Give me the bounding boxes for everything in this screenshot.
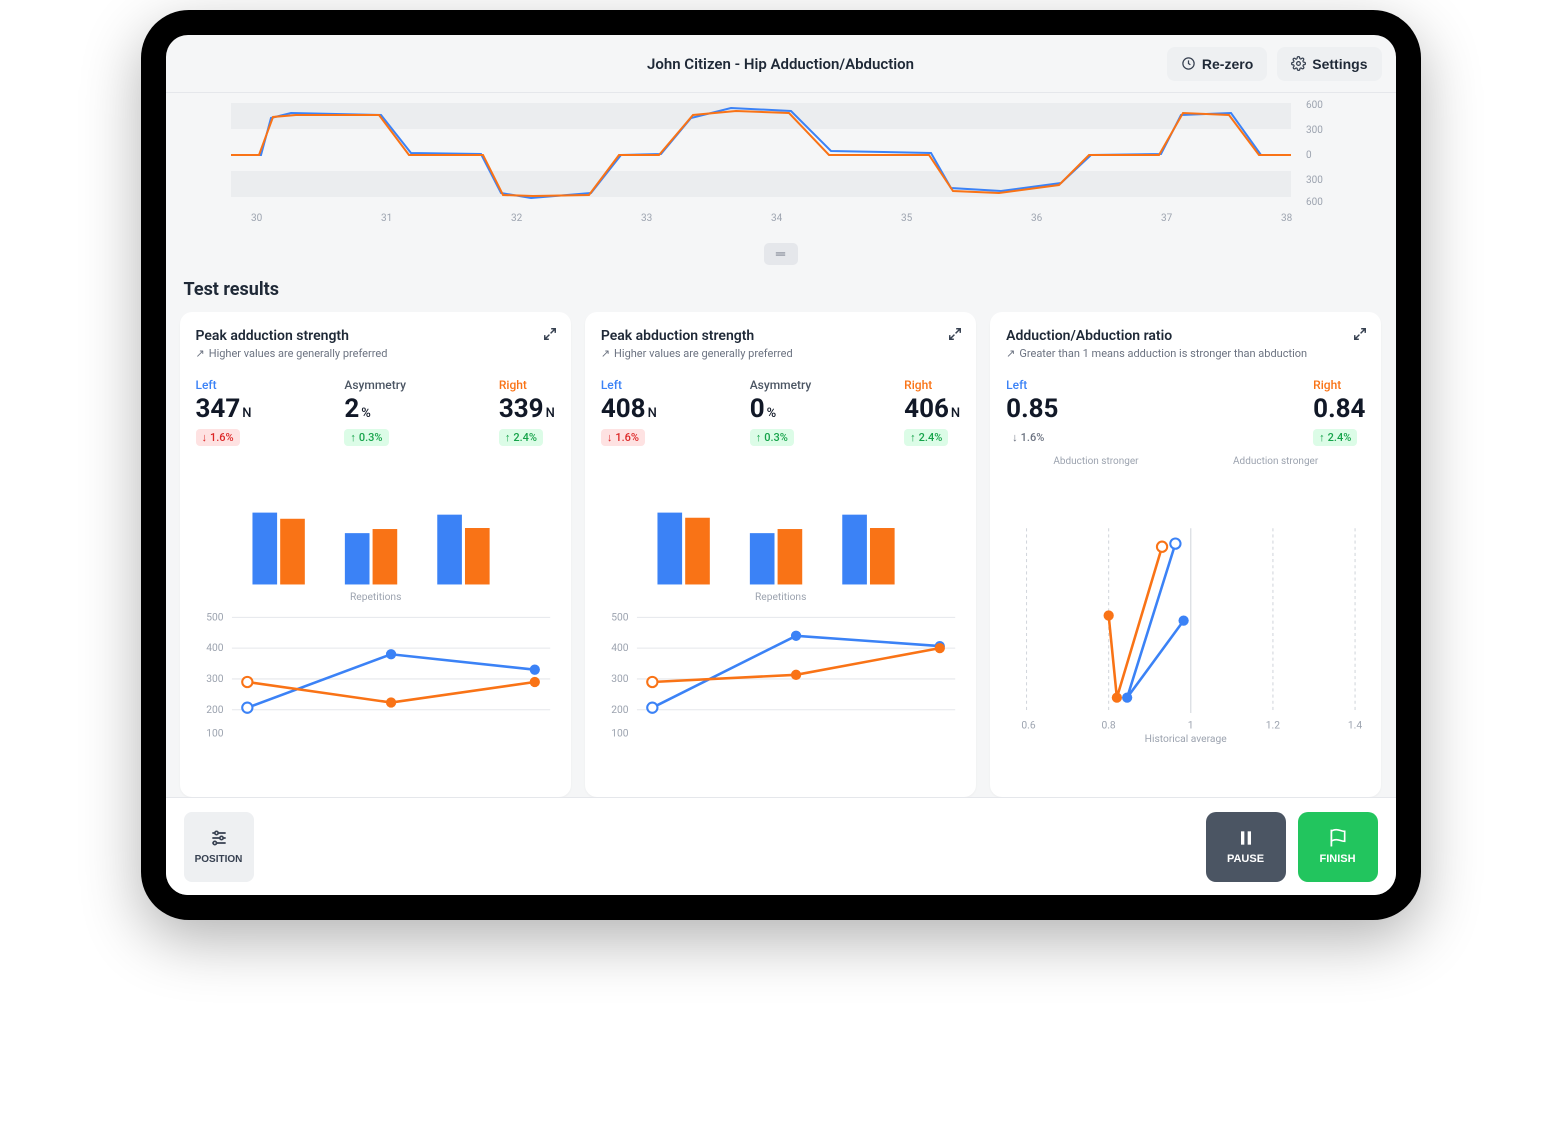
svg-text:36: 36 [1031, 213, 1043, 223]
svg-text:100: 100 [206, 727, 224, 740]
svg-text:35: 35 [901, 213, 913, 223]
metric-left: Left 0.85 ↓ 1.6% [1006, 378, 1058, 446]
svg-text:400: 400 [611, 641, 629, 654]
trend-badge: ↑ 0.3% [750, 429, 794, 446]
svg-text:200: 200 [611, 703, 629, 716]
svg-text:31: 31 [381, 213, 392, 223]
card-title: Adduction/Abduction ratio [1006, 328, 1365, 344]
flag-icon [1328, 828, 1348, 848]
live-chart-svg: 600 300 0 300 600 30 31 32 33 34 35 36 3… [180, 93, 1382, 223]
trend-badge: ↓ 1.6% [601, 429, 645, 446]
expand-icon [543, 327, 557, 341]
svg-text:1.4: 1.4 [1348, 719, 1362, 732]
metric-right: Right 0.84 ↑ 2.4% [1313, 378, 1365, 446]
trend-badge: ↓ 1.6% [1006, 429, 1050, 446]
metric-asymmetry: Asymmetry 0% ↑ 0.3% [750, 378, 812, 446]
card-subtitle: ↗ Greater than 1 means adduction is stro… [1006, 347, 1365, 360]
svg-text:0.6: 0.6 [1022, 719, 1036, 732]
trend-badge: ↑ 2.4% [904, 429, 948, 446]
svg-text:0.8: 0.8 [1102, 719, 1116, 732]
card-title: Peak adduction strength [196, 328, 555, 344]
svg-text:34: 34 [771, 213, 783, 223]
trend-badge: ↓ 1.6% [196, 429, 240, 446]
cards-row: Peak adduction strength ↗ Higher values … [166, 312, 1396, 797]
card-title: Peak abduction strength [601, 328, 960, 344]
svg-text:500: 500 [611, 611, 629, 624]
ratio-chart: 0.6 0.8 1 1.2 1.4 Historical average [1006, 481, 1365, 781]
expand-button[interactable] [543, 326, 557, 345]
svg-text:Repetitions: Repetitions [349, 590, 400, 603]
trend-badge: ↑ 0.3% [344, 429, 388, 446]
svg-text:500: 500 [206, 611, 224, 624]
finish-button[interactable]: FINISH [1298, 812, 1378, 882]
ratio-region-labels: Abduction stronger Adduction stronger [1006, 456, 1365, 467]
trend-icon: ↗ [601, 347, 610, 360]
svg-text:30: 30 [251, 213, 263, 223]
trend-icon: ↗ [196, 347, 205, 360]
pause-button[interactable]: PAUSE [1206, 812, 1286, 882]
gear-icon [1291, 56, 1306, 71]
metric-left: Left 347N ↓ 1.6% [196, 378, 252, 446]
expand-icon [1353, 327, 1367, 341]
reps-and-trend-chart: Repetitions 500 400 300 200 100 [196, 460, 555, 781]
screen: John Citizen - Hip Adduction/Abduction R… [166, 35, 1396, 895]
svg-text:33: 33 [641, 213, 652, 223]
header: John Citizen - Hip Adduction/Abduction R… [166, 35, 1396, 93]
metric-right: Right 339N ↑ 2.4% [499, 378, 555, 446]
svg-text:38: 38 [1281, 213, 1293, 223]
expand-button[interactable] [1353, 326, 1367, 345]
tablet-frame: John Citizen - Hip Adduction/Abduction R… [141, 10, 1421, 920]
live-chart: 600 300 0 300 600 30 31 32 33 34 35 36 3… [166, 93, 1396, 253]
clock-icon [1181, 56, 1196, 71]
svg-text:Repetitions: Repetitions [755, 590, 806, 603]
metric-right: Right 406N ↑ 2.4% [904, 378, 960, 446]
svg-text:300: 300 [206, 672, 224, 685]
svg-text:0: 0 [1306, 150, 1312, 161]
svg-text:300: 300 [611, 672, 629, 685]
expand-icon [948, 327, 962, 341]
position-button[interactable]: POSITION [184, 812, 254, 882]
svg-text:200: 200 [206, 703, 224, 716]
card-ratio: Adduction/Abduction ratio ↗ Greater than… [990, 312, 1381, 797]
footer: POSITION PAUSE FINISH [166, 797, 1396, 895]
trend-badge: ↑ 2.4% [1313, 429, 1357, 446]
metric-asymmetry: Asymmetry 2% ↑ 0.3% [344, 378, 406, 446]
card-peak-adduction: Peak adduction strength ↗ Higher values … [180, 312, 571, 797]
svg-text:300: 300 [1306, 175, 1323, 186]
rezero-button[interactable]: Re-zero [1167, 47, 1267, 81]
card-peak-abduction: Peak abduction strength ↗ Higher values … [585, 312, 976, 797]
svg-text:600: 600 [1306, 100, 1323, 111]
resize-handle[interactable]: ═ [764, 243, 798, 265]
reps-and-trend-chart: Repetitions 500 400 300 200 100 [601, 460, 960, 781]
svg-text:Historical average: Historical average [1145, 732, 1228, 745]
card-subtitle: ↗ Higher values are generally preferred [601, 347, 960, 360]
svg-text:400: 400 [206, 641, 224, 654]
trend-badge: ↑ 2.4% [499, 429, 543, 446]
svg-text:32: 32 [511, 213, 523, 223]
card-subtitle: ↗ Higher values are generally preferred [196, 347, 555, 360]
settings-button[interactable]: Settings [1277, 47, 1381, 81]
sliders-icon [209, 828, 229, 848]
expand-button[interactable] [948, 326, 962, 345]
svg-text:1.2: 1.2 [1266, 719, 1280, 732]
pause-icon [1236, 828, 1256, 848]
svg-text:100: 100 [611, 727, 629, 740]
svg-text:600: 600 [1306, 197, 1323, 208]
svg-text:300: 300 [1306, 125, 1323, 136]
svg-text:37: 37 [1161, 213, 1173, 223]
page-title: John Citizen - Hip Adduction/Abduction [647, 55, 914, 73]
trend-icon: ↗ [1006, 347, 1015, 360]
metric-left: Left 408N ↓ 1.6% [601, 378, 657, 446]
svg-text:1: 1 [1188, 719, 1194, 732]
grip-icon: ═ [776, 246, 785, 262]
